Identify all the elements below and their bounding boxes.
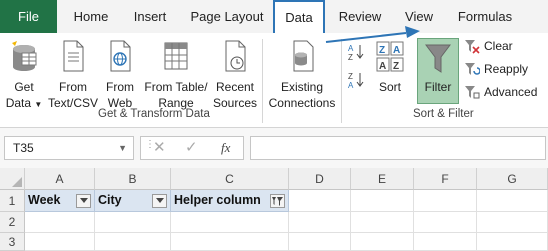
cell-g3[interactable] [477, 233, 548, 251]
dropdown-arrow-icon [79, 198, 88, 203]
select-all-corner[interactable] [0, 168, 25, 190]
cell-d2[interactable] [289, 212, 351, 233]
column-header-b[interactable]: B [95, 168, 171, 190]
formula-bar: T35 ▼ ⋮ ✕ ✓ fx [0, 128, 548, 168]
cell-a1[interactable]: Week [25, 190, 95, 212]
filter-applied-icon [272, 196, 283, 206]
corner-triangle-icon [12, 177, 22, 187]
cell-f1[interactable] [414, 190, 477, 212]
cell-a1-text: Week [28, 193, 61, 207]
enter-icon[interactable]: ✓ [185, 138, 198, 156]
column-header-e[interactable]: E [351, 168, 414, 190]
cell-c2[interactable] [171, 212, 289, 233]
cell-d3[interactable] [289, 233, 351, 251]
name-box[interactable]: T35 ▼ [4, 136, 134, 160]
filter-active-dropdown-button[interactable] [270, 194, 285, 208]
cell-f3[interactable] [414, 233, 477, 251]
cell-c1[interactable]: Helper column [171, 190, 289, 212]
column-header-a[interactable]: A [25, 168, 95, 190]
cell-a2[interactable] [25, 212, 95, 233]
chevron-down-icon[interactable]: ▼ [118, 137, 127, 159]
cell-b2[interactable] [95, 212, 171, 233]
row-header-1[interactable]: 1 [0, 190, 25, 212]
cell-e1[interactable] [351, 190, 414, 212]
column-header-g[interactable]: G [477, 168, 548, 190]
cell-c1-text: Helper column [174, 193, 261, 207]
row-header-3[interactable]: 3 [0, 233, 25, 251]
column-header-f[interactable]: F [414, 168, 477, 190]
filter-dropdown-button[interactable] [152, 194, 167, 208]
filter-dropdown-button[interactable] [76, 194, 91, 208]
cancel-icon[interactable]: ✕ [153, 138, 166, 156]
cell-a3[interactable] [25, 233, 95, 251]
insert-function-icon[interactable]: fx [221, 140, 230, 156]
cell-b1[interactable]: City [95, 190, 171, 212]
cell-c3[interactable] [171, 233, 289, 251]
cell-b1-text: City [98, 193, 122, 207]
cell-e3[interactable] [351, 233, 414, 251]
row-header-2[interactable]: 2 [0, 212, 25, 233]
cell-f2[interactable] [414, 212, 477, 233]
cell-g1[interactable] [477, 190, 548, 212]
cell-d1[interactable] [289, 190, 351, 212]
cell-b3[interactable] [95, 233, 171, 251]
cell-e2[interactable] [351, 212, 414, 233]
column-header-d[interactable]: D [289, 168, 351, 190]
name-box-value: T35 [13, 141, 34, 155]
column-header-c[interactable]: C [171, 168, 289, 190]
formula-input[interactable] [250, 136, 546, 160]
dropdown-arrow-icon [155, 198, 164, 203]
formula-buttons: ⋮ ✕ ✓ fx [140, 136, 244, 160]
cell-g2[interactable] [477, 212, 548, 233]
